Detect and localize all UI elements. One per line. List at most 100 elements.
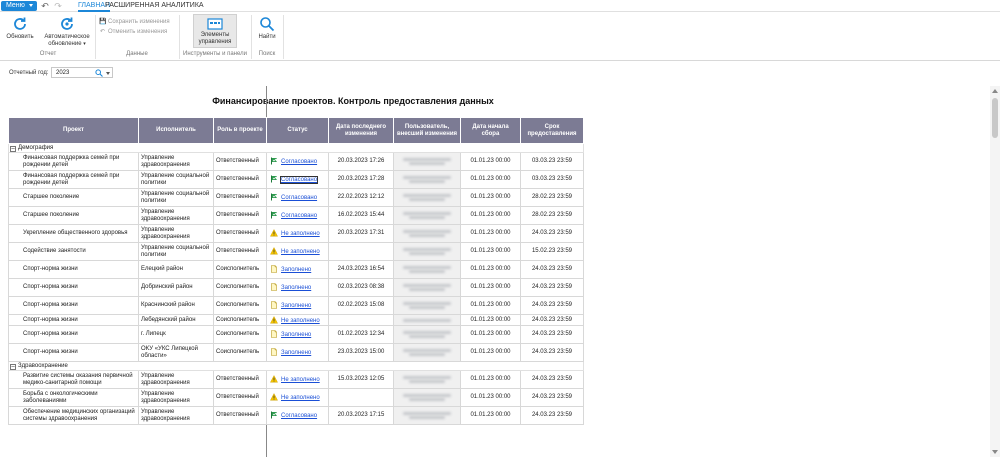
table-header-row: Проект Исполнитель Роль в проекте Статус…: [8, 117, 584, 144]
table-row[interactable]: Старшее поколение Управление здравоохране…: [8, 206, 584, 225]
table-row[interactable]: Спорт-норма жизни Елецкий район Соисполнит…: [8, 260, 584, 279]
cell-project: Финансовая поддержка семей при рождении …: [8, 170, 139, 189]
status-link[interactable]: Заполнено: [281, 332, 311, 338]
scroll-up-icon[interactable]: [992, 89, 998, 93]
report-title: Финансирование проектов. Контроль предос…: [212, 96, 494, 106]
group-cell[interactable]: – Здравоохранение: [8, 361, 584, 371]
redacted-text: [409, 270, 445, 273]
search-icon[interactable]: [95, 69, 103, 77]
year-filter-select[interactable]: 2023: [51, 67, 113, 78]
ribbon-separator: [179, 15, 180, 59]
cell-executor: Управление здравоохранения: [138, 206, 214, 225]
cell-start-date: 01.01.23 00:00: [460, 224, 521, 243]
status-link[interactable]: Не заполнено: [281, 249, 320, 255]
group-cell[interactable]: – Демография: [8, 143, 584, 153]
cell-deadline: 28.02.23 23:59: [520, 206, 584, 225]
redacted-text: [403, 176, 451, 179]
menu-button[interactable]: Меню: [1, 1, 37, 11]
search-icon: [260, 17, 275, 32]
cell-last-changed: [328, 388, 394, 407]
year-filter-value: 2023: [56, 70, 70, 76]
group-report-label: Отчет: [39, 51, 57, 57]
status-link[interactable]: Согласовано: [281, 413, 317, 419]
table-group-row[interactable]: – Демография: [8, 143, 584, 153]
scrollbar-thumb[interactable]: [992, 98, 998, 138]
redacted-text: [409, 398, 445, 401]
column-header[interactable]: Статус: [266, 117, 329, 144]
table-row[interactable]: Содействие занятости Управление социально…: [8, 242, 584, 261]
table-row[interactable]: Спорт-норма жизни Краснинский район Соиспо…: [8, 296, 584, 315]
cancel-changes-button[interactable]: ↶ Отменить изменения: [99, 28, 167, 36]
cell-executor: Управление здравоохранения: [138, 406, 214, 425]
chevron-down-icon: [29, 4, 33, 7]
cell-deadline: 24.03.23 23:59: [520, 260, 584, 279]
status-link[interactable]: Согласовано: [281, 213, 317, 219]
cell-start-date: 01.01.23 00:00: [460, 260, 521, 279]
table-row[interactable]: Спорт-норма жизни ОКУ «УКС Липецкой облас…: [8, 343, 584, 362]
cancel-changes-label: Отменить изменения: [108, 29, 168, 35]
cell-status: Не заполнено: [266, 242, 329, 261]
table-row[interactable]: Финансовая поддержка семей при рождении …: [8, 170, 584, 189]
status-link[interactable]: Заполнено: [281, 285, 311, 291]
column-header[interactable]: Дата последнего изменения: [328, 117, 394, 144]
group-name: Демография: [18, 144, 54, 151]
table-row[interactable]: Спорт-норма жизни Добринский район Соиспол…: [8, 278, 584, 297]
status-link[interactable]: Не заполнено: [281, 395, 320, 401]
status-link[interactable]: Заполнено: [281, 303, 311, 309]
redacted-text: [409, 416, 445, 419]
redacted-text: [403, 349, 451, 352]
status-link[interactable]: Заполнено: [281, 350, 311, 356]
redacted-text: [403, 230, 451, 233]
status-link[interactable]: Не заполнено: [281, 377, 320, 383]
cell-project: Борьба с онкологическими заболеваниями: [8, 388, 139, 407]
redacted-text: [403, 394, 451, 397]
column-header[interactable]: Роль в проекте: [213, 117, 267, 144]
refresh-button[interactable]: Обновить: [4, 16, 36, 41]
table-row[interactable]: Укрепление общественного здоровья Управле…: [8, 224, 584, 243]
status-link[interactable]: Согласовано: [279, 176, 319, 184]
vertical-scrollbar[interactable]: [990, 86, 1000, 457]
table-row[interactable]: Развитие системы оказания первичной меди…: [8, 370, 584, 389]
cell-executor: Управление здравоохранения: [138, 370, 214, 389]
status-link[interactable]: Согласовано: [281, 195, 317, 201]
cell-executor: Управление социальной политики: [138, 188, 214, 207]
cell-user-redacted: [393, 188, 461, 207]
document-icon: [271, 330, 277, 338]
redacted-text: [403, 194, 451, 197]
status-link[interactable]: Не заполнено: [281, 318, 320, 324]
table-row[interactable]: Финансовая поддержка семей при рождении …: [8, 152, 584, 171]
find-button[interactable]: Найти: [254, 16, 280, 41]
collapse-icon[interactable]: –: [10, 145, 16, 152]
refresh-label: Обновить: [6, 34, 34, 40]
redo-icon[interactable]: ↷: [53, 1, 63, 11]
status-link[interactable]: Согласовано: [281, 159, 317, 165]
column-header[interactable]: Дата начала сбора: [460, 117, 521, 144]
controls-panel-button[interactable]: Элементы управления: [193, 14, 237, 48]
table-row[interactable]: Спорт-норма жизни Лебедянский район Соиспо…: [8, 314, 584, 326]
status-link[interactable]: Заполнено: [281, 267, 311, 273]
cell-start-date: 01.01.23 00:00: [460, 278, 521, 297]
table-row[interactable]: Обеспечение медицинских организаций сист…: [8, 406, 584, 425]
table-row[interactable]: Борьба с онкологическими заболеваниями Уп…: [8, 388, 584, 407]
tab-advanced-analytics[interactable]: РАСШИРЕННАЯ АНАЛИТИКА: [105, 0, 204, 12]
scroll-down-icon[interactable]: [992, 450, 998, 454]
status-link[interactable]: Не заполнено: [281, 231, 320, 237]
warning-icon: [270, 393, 278, 401]
column-header[interactable]: Срок предоставления: [520, 117, 584, 144]
redacted-text: [409, 198, 445, 201]
table-row[interactable]: Старшее поколение Управление социальной п…: [8, 188, 584, 207]
table-row[interactable]: Спорт-норма жизни г. Липецк Соисполнитель З…: [8, 325, 584, 344]
chevron-down-icon[interactable]: [106, 72, 110, 75]
column-header[interactable]: Пользователь, внесший изменения: [393, 117, 461, 144]
collapse-icon[interactable]: –: [10, 363, 16, 370]
column-header[interactable]: Проект: [8, 117, 139, 144]
undo-icon[interactable]: ↶: [40, 1, 50, 11]
cell-role: Ответственный: [213, 388, 267, 407]
save-changes-button[interactable]: 💾 Сохранить изменения: [99, 18, 170, 26]
column-header[interactable]: Исполнитель: [138, 117, 214, 144]
cell-user-redacted: [393, 152, 461, 171]
document-icon: [271, 301, 277, 309]
cell-project: Спорт-норма жизни: [8, 260, 139, 279]
table-group-row[interactable]: – Здравоохранение: [8, 361, 584, 371]
auto-refresh-button[interactable]: Автоматическое обновление ▾: [42, 16, 92, 48]
